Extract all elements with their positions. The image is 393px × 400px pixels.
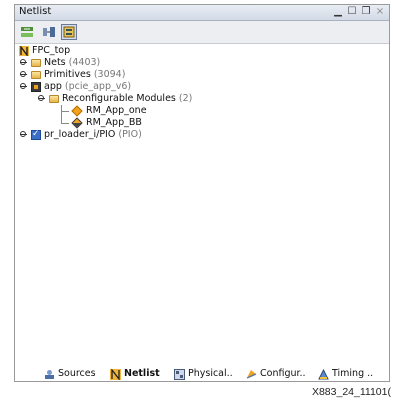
checked-module-icon bbox=[31, 128, 41, 140]
tab-configur[interactable]: Configur.. bbox=[246, 366, 306, 382]
reconfig-label: Reconfigurable Modules bbox=[62, 93, 176, 104]
window-controls: ▁ ☐ ❐ × bbox=[333, 5, 385, 19]
loader-type: (PIO) bbox=[118, 129, 142, 140]
tree-item-pr-loader[interactable]: pr_loader_i/PIO (PIO) bbox=[19, 128, 142, 141]
tree-item-primitives[interactable]: Primitives (3094) bbox=[19, 69, 125, 81]
tab-netlist[interactable]: Netlist bbox=[110, 366, 160, 382]
tree-root-label: FPC_top bbox=[32, 45, 71, 56]
tab-timing[interactable]: Timing .. bbox=[318, 366, 373, 382]
panel-titlebar: Netlist ▁ ☐ ❐ × bbox=[15, 5, 389, 21]
tab-sources[interactable]: Sources bbox=[44, 366, 96, 382]
close-icon[interactable]: × bbox=[375, 5, 385, 19]
tab-netlist-label: Netlist bbox=[124, 368, 160, 379]
expand-all-button[interactable] bbox=[41, 24, 57, 40]
expand-icon[interactable] bbox=[19, 58, 29, 68]
panel-tabs: Sources Netlist Physical.. Configur.. Ti… bbox=[14, 366, 390, 382]
tab-sources-label: Sources bbox=[58, 368, 96, 379]
tab-timing-label: Timing .. bbox=[332, 368, 374, 379]
panel-title: Netlist bbox=[19, 6, 52, 17]
expand-icon[interactable] bbox=[19, 70, 29, 80]
show-hierarchy-button[interactable] bbox=[61, 24, 77, 40]
tree-item-app[interactable]: app (pcie_app_v6) bbox=[19, 81, 131, 93]
sources-icon bbox=[45, 369, 54, 379]
collapse-icon[interactable] bbox=[19, 82, 29, 92]
collapse-all-button[interactable] bbox=[19, 24, 35, 40]
expand-icon[interactable] bbox=[19, 130, 29, 140]
folder-icon bbox=[31, 71, 41, 79]
physical-icon bbox=[174, 368, 185, 380]
primitives-count: (3094) bbox=[93, 69, 126, 80]
folder-icon bbox=[31, 59, 41, 67]
black-box-partition-icon bbox=[71, 117, 83, 129]
tree-item-rm-app-one[interactable]: RM_App_one bbox=[71, 105, 147, 117]
tree-root[interactable]: FPC_top bbox=[19, 45, 70, 57]
maximize-icon[interactable]: ☐ bbox=[347, 5, 357, 19]
tree-item-reconfigurable-modules[interactable]: Reconfigurable Modules (2) bbox=[37, 93, 192, 105]
partition-icon bbox=[71, 105, 83, 117]
nets-count: (4403) bbox=[68, 57, 101, 68]
primitives-label: Primitives bbox=[44, 69, 91, 80]
nets-label: Nets bbox=[44, 57, 66, 68]
restore-icon[interactable]: ❐ bbox=[361, 5, 371, 19]
collapse-all-icon bbox=[21, 27, 33, 37]
timing-icon bbox=[318, 368, 329, 379]
netlist-n-icon bbox=[19, 46, 29, 56]
netlist-panel: Netlist ▁ ☐ ❐ × FPC_top Nets (4403) Prim… bbox=[14, 4, 390, 382]
tree-item-rm-app-bb[interactable]: RM_App_BB bbox=[71, 117, 142, 129]
minimize-icon[interactable]: ▁ bbox=[333, 5, 343, 19]
netlist-toolbar bbox=[15, 21, 389, 44]
tab-configur-label: Configur.. bbox=[260, 368, 306, 379]
hierarchy-icon bbox=[63, 26, 75, 38]
tab-physical[interactable]: Physical.. bbox=[174, 366, 233, 382]
figure-caption: X883_24_11101( bbox=[311, 386, 391, 398]
rm-bb-label: RM_App_BB bbox=[86, 117, 142, 128]
app-label: app bbox=[44, 81, 62, 92]
module-icon bbox=[31, 82, 41, 92]
reconfig-count: (2) bbox=[178, 93, 193, 104]
netlist-icon bbox=[110, 368, 121, 380]
tab-physical-label: Physical.. bbox=[188, 368, 233, 379]
expand-all-icon bbox=[43, 27, 55, 37]
configuration-icon bbox=[246, 369, 257, 379]
loader-label: pr_loader_i/PIO bbox=[44, 129, 116, 140]
open-folder-icon bbox=[49, 95, 59, 103]
tree-item-nets[interactable]: Nets (4403) bbox=[19, 57, 100, 69]
rm-one-label: RM_App_one bbox=[86, 105, 147, 116]
collapse-icon[interactable] bbox=[37, 94, 47, 104]
app-type: (pcie_app_v6) bbox=[64, 81, 132, 92]
